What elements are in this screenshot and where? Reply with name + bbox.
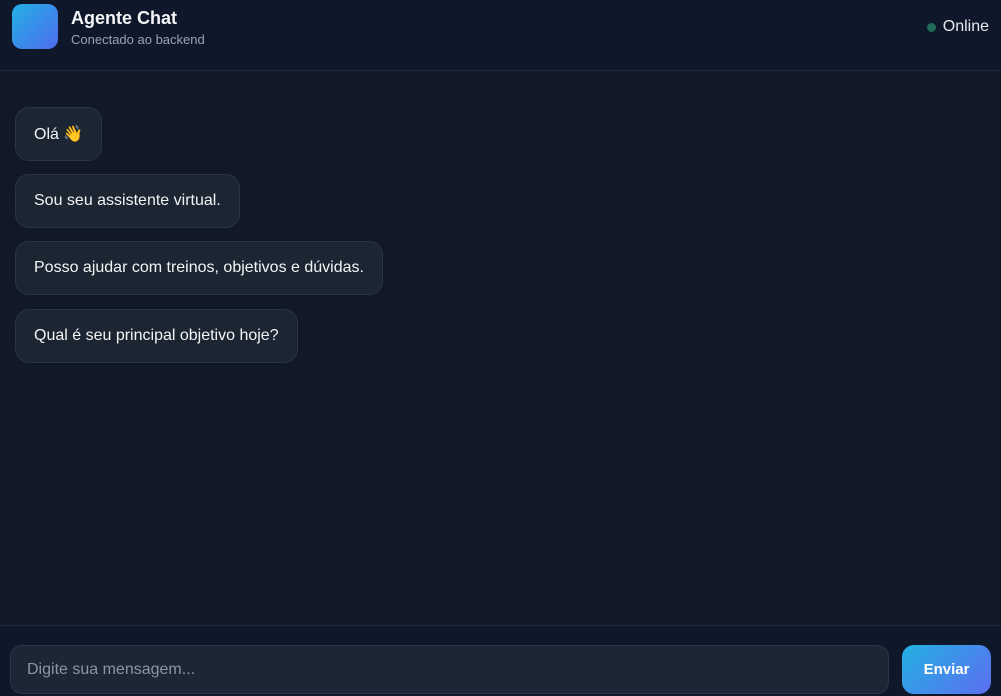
chat-header: Agente Chat Conectado ao backend Online — [0, 0, 1001, 71]
status-label: Online — [942, 18, 989, 35]
status-dot-icon — [926, 22, 936, 32]
message-bubble: Sou seu assistente virtual. — [15, 174, 240, 228]
send-button[interactable]: Enviar — [902, 645, 991, 694]
message-composer: Enviar — [0, 625, 1001, 696]
message-input[interactable] — [10, 645, 889, 694]
message-bubble: Posso ajudar com treinos, objetivos e dú… — [15, 241, 383, 295]
connection-subtitle: Conectado ao backend — [71, 32, 205, 47]
online-status: Online — [926, 18, 989, 36]
agent-avatar — [12, 4, 58, 49]
message-bubble: Olá 👋 — [15, 107, 103, 161]
message-list[interactable]: Olá 👋 Sou seu assistente virtual. Posso … — [0, 71, 1001, 625]
message-bubble: Qual é seu principal objetivo hoje? — [15, 309, 298, 363]
chat-title: Agente Chat — [71, 8, 178, 28]
chat-app: Agente Chat Conectado ao backend Online … — [0, 0, 1001, 696]
